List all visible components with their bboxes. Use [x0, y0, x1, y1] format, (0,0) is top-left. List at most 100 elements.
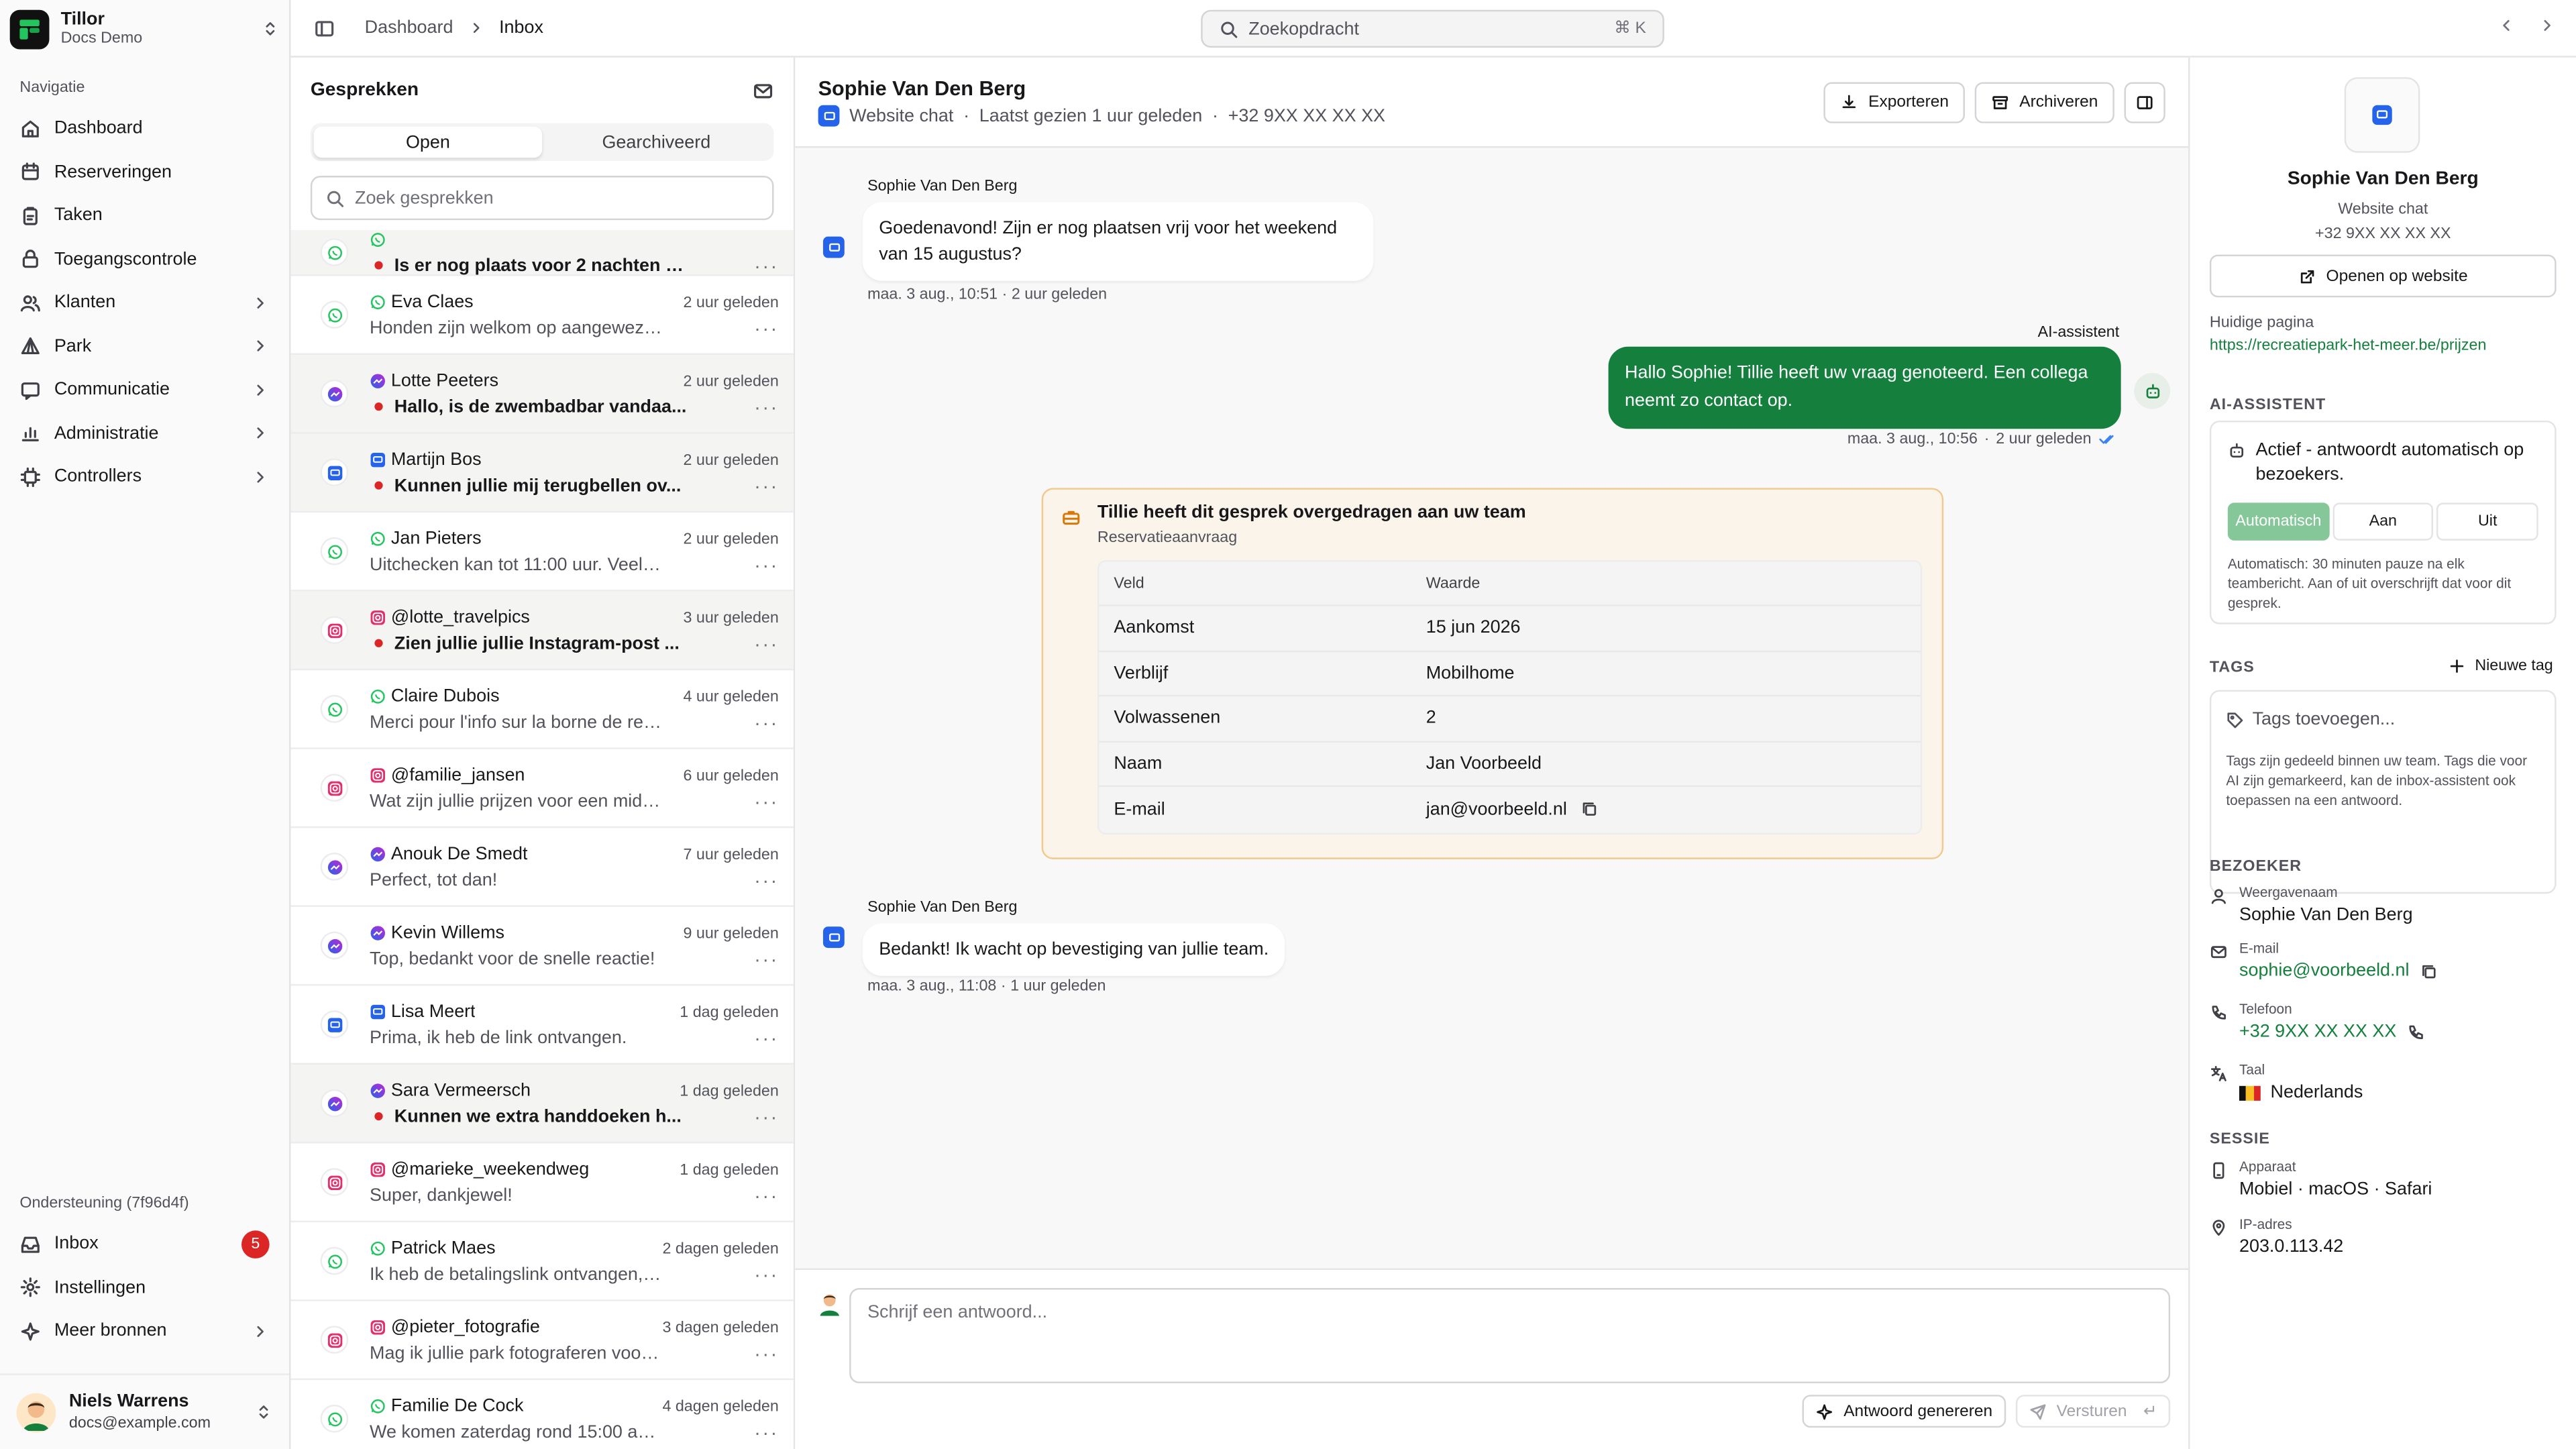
more-options-icon[interactable]: ···: [754, 791, 779, 810]
mail-compose-icon[interactable]: [753, 80, 774, 101]
sidebar-item-taken[interactable]: Taken: [0, 194, 289, 237]
conversation-item[interactable]: @marieke_weekendweg 1 dag geleden Super, d…: [290, 1144, 794, 1223]
more-options-icon[interactable]: ···: [754, 1422, 779, 1442]
user-menu[interactable]: Niels Warrens docs@example.com: [0, 1373, 290, 1449]
sidebar-item-label: Toegangscontrole: [54, 249, 197, 270]
sidebar-item-inbox[interactable]: Inbox 5: [0, 1222, 289, 1266]
phone-call-icon[interactable]: [2406, 1023, 2424, 1041]
conversation-item[interactable]: Martijn Bos 2 uur geleden Kunnen jullie mi…: [290, 433, 794, 513]
more-options-icon[interactable]: ···: [754, 476, 779, 495]
sidebar-item-communicatie[interactable]: Communicatie: [0, 368, 289, 412]
handoff-field: Volwassenen: [1114, 708, 1221, 729]
archive-button[interactable]: Archiveren: [1975, 82, 2114, 123]
tags-input[interactable]: Tags toevoegen...: [2226, 710, 2540, 729]
conversation-item[interactable]: Eva Claes 2 uur geleden Honden zijn welkom…: [290, 276, 794, 355]
sidebar-item-park[interactable]: Park: [0, 325, 289, 368]
ai-mode-off[interactable]: Uit: [2436, 502, 2538, 541]
message-thread: Sophie Van Den Berg Goedenavond! Zijn er…: [795, 148, 2189, 1269]
export-button[interactable]: Exporteren: [1824, 82, 1966, 123]
conversation-search-input[interactable]: Zoek gesprekken: [310, 176, 774, 221]
chevron-left-icon[interactable]: [2497, 16, 2515, 34]
reply-input[interactable]: Schrijf een antwoord...: [849, 1288, 2171, 1384]
toggle-details-button[interactable]: [2124, 82, 2165, 123]
unread-dot: [374, 481, 383, 490]
messenger-icon: [370, 373, 386, 389]
conversation-item[interactable]: @lotte_travelpics 3 uur geleden Zien julli…: [290, 591, 794, 671]
email-value[interactable]: sophie@voorbeeld.nl: [2239, 961, 2410, 981]
copy-icon[interactable]: [2419, 962, 2437, 980]
conversation-item[interactable]: Claire Dubois 4 uur geleden Merci pour l'i…: [290, 670, 794, 749]
conversation-item[interactable]: Is er nog plaats voor 2 nachten v... ···: [290, 229, 794, 276]
sidebar-toggle-icon[interactable]: [314, 17, 335, 39]
more-options-icon[interactable]: ···: [754, 1343, 779, 1362]
generate-answer-button[interactable]: Antwoord genereren: [1802, 1395, 2006, 1428]
breadcrumb-dashboard[interactable]: Dashboard: [365, 18, 453, 38]
more-options-icon[interactable]: ···: [754, 318, 779, 337]
phone-value[interactable]: +32 9XX XX XX XX: [2239, 1022, 2396, 1041]
language-row: Taal Nederlands: [2210, 1061, 2557, 1120]
more-options-icon[interactable]: ···: [754, 1265, 779, 1284]
visitor-channel: Website chat: [2338, 200, 2428, 219]
instagram-icon: [370, 1320, 386, 1336]
conversation-item[interactable]: @familie_jansen 6 uur geleden Wat zijn jul…: [290, 749, 794, 828]
tab-archived[interactable]: Gearchiveerd: [542, 127, 770, 158]
webchat-icon: [822, 236, 845, 258]
webchat-icon: [818, 105, 840, 127]
whatsapp-icon: [320, 1404, 349, 1433]
send-button[interactable]: Versturen ↵: [2015, 1395, 2171, 1428]
agent-avatar-icon: [820, 1294, 839, 1316]
more-options-icon[interactable]: ···: [754, 949, 779, 968]
sparkle-icon: [1817, 1403, 1833, 1419]
conversation-item[interactable]: Anouk De Smedt 7 uur geleden Perfect, tot …: [290, 828, 794, 907]
more-options-icon[interactable]: ···: [754, 555, 779, 574]
conversation-time: 2 dagen geleden: [662, 1239, 779, 1258]
sidebar-item-dashboard[interactable]: Dashboard: [0, 107, 289, 150]
conversation-item[interactable]: Sara Vermeersch 1 dag geleden Kunnen we ex…: [290, 1064, 794, 1144]
global-search-input[interactable]: Zoekopdracht ⌘ K: [1201, 9, 1664, 48]
new-tag-button[interactable]: Nieuwe tag: [2449, 657, 2553, 676]
conversation-item[interactable]: Lisa Meert 1 dag geleden Prima, ik heb de …: [290, 985, 794, 1065]
open-on-website-button[interactable]: Openen op website: [2209, 254, 2557, 298]
whatsapp-icon: [320, 1246, 349, 1275]
more-options-icon[interactable]: ···: [754, 1185, 779, 1205]
tab-open[interactable]: Open: [313, 126, 543, 158]
conversation-list: Gesprekken Open Gearchiveerd Zoek gespre…: [290, 57, 796, 1449]
copy-icon[interactable]: [1580, 800, 1598, 818]
users-icon: [20, 294, 40, 311]
user-email: docs@example.com: [68, 1413, 211, 1432]
tillor-logo-icon: [9, 9, 50, 49]
more-options-icon[interactable]: ···: [754, 712, 779, 732]
sidebar-item-controllers[interactable]: Controllers: [0, 455, 289, 498]
sidebar-item-klanten[interactable]: Klanten: [0, 281, 289, 325]
conversation-item[interactable]: Lotte Peeters 2 uur geleden Hallo, is de z…: [290, 354, 794, 434]
current-page-link[interactable]: https://recreatiepark-het-meer.be/prijze…: [2210, 337, 2487, 355]
more-options-icon[interactable]: ···: [754, 633, 779, 653]
conversation-tabs: Open Gearchiveerd: [310, 123, 774, 162]
sidebar-item-instellingen[interactable]: Instellingen: [0, 1266, 289, 1309]
more-options-icon[interactable]: ···: [754, 870, 779, 890]
conversation-item[interactable]: Patrick Maes 2 dagen geleden Ik heb de bet…: [290, 1222, 794, 1301]
more-options-icon[interactable]: ···: [754, 1028, 779, 1047]
sidebar-item-toegangscontrole[interactable]: Toegangscontrole: [0, 237, 289, 281]
sidebar-item-meer-bronnen[interactable]: Meer bronnen: [0, 1309, 289, 1353]
messenger-icon: [370, 846, 386, 862]
sidebar-item-administratie[interactable]: Administratie: [0, 411, 289, 455]
enter-key-icon: ↵: [2143, 1402, 2157, 1421]
ai-mode-on[interactable]: Aan: [2332, 502, 2434, 541]
inbox-content: Gesprekken Open Gearchiveerd Zoek gespre…: [290, 57, 2576, 1449]
conversation-preview: Super, dankjewel!: [370, 1185, 513, 1205]
more-options-icon[interactable]: ···: [754, 396, 779, 416]
bot-icon: [2230, 443, 2244, 458]
conversation-item[interactable]: @pieter_fotografie 3 dagen geleden Mag ik …: [290, 1301, 794, 1381]
more-options-icon[interactable]: ···: [754, 256, 779, 275]
more-options-icon[interactable]: ···: [754, 1106, 779, 1126]
conversation-item[interactable]: Jan Pieters 2 uur geleden Uitchecken kan t…: [290, 513, 794, 592]
sidebar-item-label: Meer bronnen: [54, 1321, 167, 1341]
conversation-item[interactable]: Kevin Willems 9 uur geleden Top, bedankt v…: [290, 907, 794, 986]
ai-mode-automatic[interactable]: Automatisch: [2227, 502, 2329, 541]
chevron-right-icon[interactable]: [2538, 16, 2557, 34]
sidebar-item-reserveringen[interactable]: Reserveringen: [0, 150, 289, 194]
workspace-switcher[interactable]: Tillor Docs Demo: [0, 0, 289, 58]
conversation-item[interactable]: Familie De Cock 4 dagen geleden We komen z…: [290, 1380, 793, 1449]
user-icon: [2211, 889, 2226, 904]
